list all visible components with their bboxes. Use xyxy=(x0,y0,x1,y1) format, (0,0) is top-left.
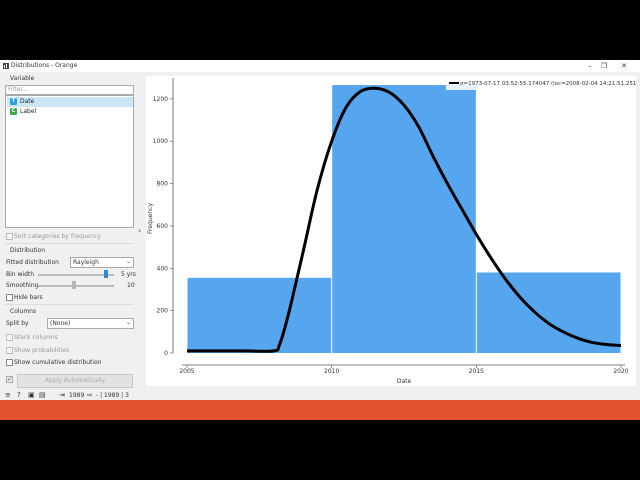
y-tick-label: 800 xyxy=(157,181,169,188)
variable-heading: Variable xyxy=(10,75,35,82)
bin-width-label: Bin width xyxy=(6,271,35,278)
distribution-heading: Distribution xyxy=(10,247,46,254)
columns-heading: Columns xyxy=(10,308,37,315)
input-data-icon: ⇥ xyxy=(59,391,65,399)
bin-width-slider[interactable] xyxy=(38,274,114,276)
y-tick-label: 0 xyxy=(164,350,168,357)
app-window: Distributions - Orange – ❐ ✕ Variable Fi… xyxy=(0,60,640,400)
orange-app-icon xyxy=(3,63,9,69)
list-item-label: Date xyxy=(20,98,35,105)
plot-area: 0 200 400 600 800 1000 1200 2005 2010 2015 2020 Dat… xyxy=(146,76,640,386)
smoothing-slider[interactable] xyxy=(38,285,114,287)
restore-button[interactable]: ❐ xyxy=(597,61,611,71)
stack-columns-checkbox[interactable] xyxy=(6,334,13,341)
show-cumulative-label: Show cumulative distribution xyxy=(14,359,102,366)
save-icon[interactable]: ▣ xyxy=(28,391,35,399)
filter-input[interactable]: Filter... xyxy=(5,85,134,95)
legend-text: σ=1973-07-17 03:52:55.174047 (loc=2008-0… xyxy=(460,81,636,87)
y-axis-title: Frequency xyxy=(147,203,154,234)
variable-list: T Date C Label xyxy=(5,95,134,228)
sort-categories-label: Sort categories by frequency xyxy=(14,233,101,240)
y-tick-label: 200 xyxy=(157,308,169,315)
close-button[interactable]: ✕ xyxy=(617,61,631,71)
collapse-panel-arrow-icon[interactable]: › xyxy=(138,226,141,235)
list-item-label-var[interactable]: C Label xyxy=(7,107,133,117)
split-by-label: Split by xyxy=(6,320,29,327)
show-probabilities-label: Show probabilities xyxy=(14,347,70,354)
hide-bars-label: Hide bars xyxy=(14,294,43,301)
hide-bars-checkbox[interactable] xyxy=(6,294,13,301)
show-cumulative-checkbox[interactable] xyxy=(6,359,13,366)
bin-width-value: 5 yrs xyxy=(121,271,136,278)
fitted-distribution-value: Rayleigh xyxy=(73,259,99,266)
list-item-label: Label xyxy=(20,108,37,115)
divider xyxy=(4,243,134,244)
chevron-down-icon: ⌄ xyxy=(125,319,131,326)
histogram-bar xyxy=(476,272,621,353)
sort-categories-checkbox[interactable] xyxy=(6,233,13,240)
bin-width-slider-handle[interactable] xyxy=(104,270,109,278)
smoothing-slider-handle[interactable] xyxy=(72,281,76,289)
output-data-icon: ⇨ xyxy=(87,391,93,399)
x-tick-label: 2015 xyxy=(469,368,484,375)
apply-automatically-checkbox[interactable]: ✓ xyxy=(6,376,13,383)
output-count: - | 1989 | 3 xyxy=(96,392,129,399)
minimize-button[interactable]: – xyxy=(583,61,597,71)
report-icon[interactable]: ▤ xyxy=(39,391,46,399)
orange-accent-bar xyxy=(0,400,640,420)
help-icon[interactable]: ? xyxy=(17,391,21,399)
apply-automatically-button[interactable]: Apply Automatically xyxy=(17,374,133,388)
x-tick-label: 2020 xyxy=(613,368,628,375)
histogram-bar xyxy=(187,277,332,353)
histogram-bar xyxy=(332,85,476,353)
distribution-chart: 0 200 400 600 800 1000 1200 2005 2010 2015 2020 Dat… xyxy=(147,77,640,385)
status-bar: ≡ ? ▣ ▤ ⇥ 1989 ⇨ - | 1989 | 3 xyxy=(0,390,640,400)
x-axis-title: Date xyxy=(397,378,412,385)
y-tick-label: 1000 xyxy=(153,138,168,145)
time-variable-icon: T xyxy=(10,98,17,105)
input-count: 1989 xyxy=(69,392,85,399)
show-probabilities-checkbox[interactable] xyxy=(6,347,13,354)
divider xyxy=(4,304,134,305)
list-item-date[interactable]: T Date xyxy=(7,97,133,107)
title-bar: Distributions - Orange – ❐ ✕ xyxy=(0,60,640,72)
chevron-down-icon: ⌄ xyxy=(125,258,131,265)
filter-placeholder: Filter... xyxy=(8,86,29,93)
y-tick-label: 1200 xyxy=(153,96,168,103)
menu-icon[interactable]: ≡ xyxy=(5,391,11,399)
x-tick-label: 2010 xyxy=(324,368,339,375)
split-by-value: (None) xyxy=(50,320,71,327)
smoothing-label: Smoothing xyxy=(6,282,39,289)
split-by-select[interactable]: (None) ⌄ xyxy=(47,318,134,329)
window-title: Distributions - Orange xyxy=(11,62,78,69)
categorical-variable-icon: C xyxy=(10,108,17,115)
x-tick-label: 2005 xyxy=(179,368,194,375)
fitted-distribution-label: Fitted distribution xyxy=(6,259,59,266)
control-panel: Variable Filter... T Date C Label Sort c… xyxy=(0,72,138,390)
y-tick-label: 400 xyxy=(157,265,169,272)
y-tick-label: 600 xyxy=(157,223,169,230)
fitted-distribution-select[interactable]: Rayleigh ⌄ xyxy=(70,257,134,268)
smoothing-value: 10 xyxy=(127,282,135,289)
stack-columns-label: Stack columns xyxy=(14,334,58,341)
